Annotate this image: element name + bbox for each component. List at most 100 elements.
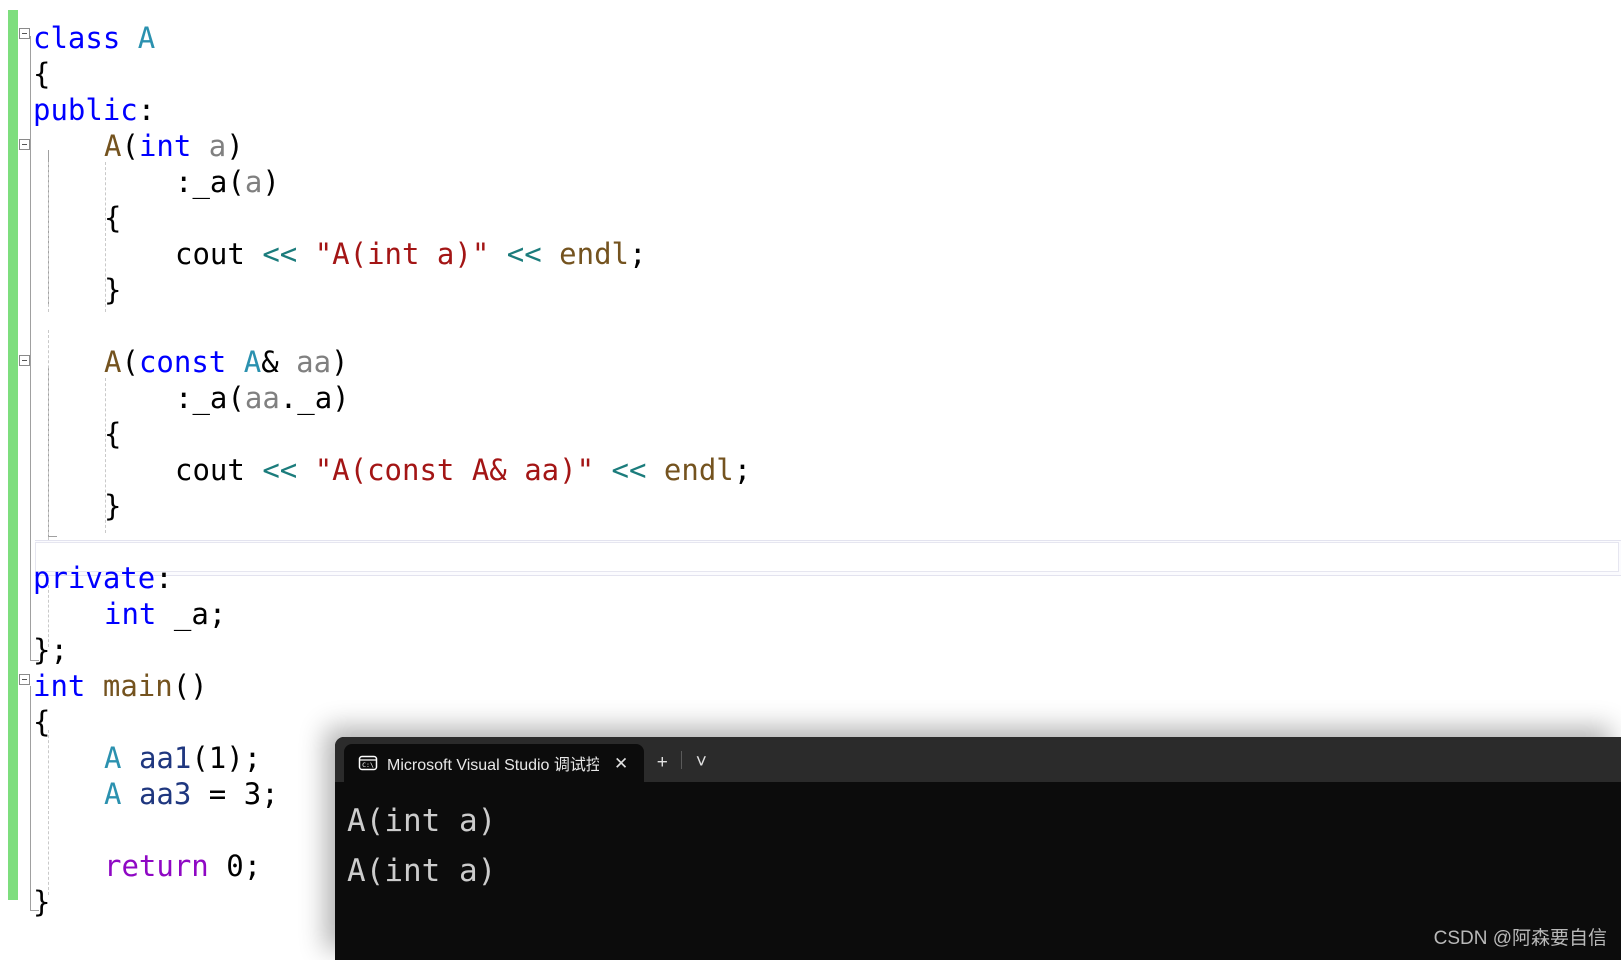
- code-token: endl: [559, 237, 630, 271]
- close-icon[interactable]: ✕: [608, 755, 634, 772]
- code-line: A aa3 = 3;: [104, 776, 279, 812]
- chevron-down-icon[interactable]: ˅: [683, 744, 719, 782]
- code-token: int: [104, 597, 157, 631]
- csdn-watermark: CSDN @阿森要自信: [1433, 928, 1607, 949]
- indent-guide-6: [48, 730, 49, 895]
- code-token: {: [104, 417, 122, 451]
- code-token: A: [104, 741, 122, 775]
- fold-toggle-main[interactable]: [19, 674, 30, 685]
- code-line: {: [33, 56, 50, 92]
- code-line: int _a;: [104, 596, 226, 632]
- code-line: A(const A& aa): [104, 344, 349, 380]
- code-token: (: [227, 165, 245, 199]
- code-token: main: [102, 669, 173, 703]
- outlining-end-ctor2: [48, 536, 57, 537]
- code-token: ): [262, 165, 280, 199]
- outlining-line-main: [30, 686, 31, 910]
- code-token: {: [33, 57, 51, 91]
- terminal-window[interactable]: C:\ Microsoft Visual Studio 调试控 ✕ + ˅ A(…: [335, 737, 1621, 960]
- code-token: endl: [663, 453, 734, 487]
- code-token: _a: [297, 381, 333, 415]
- code-token: 1: [208, 741, 227, 775]
- code-token: a: [244, 165, 263, 199]
- code-token: public: [33, 93, 138, 127]
- terminal-title-bar[interactable]: C:\ Microsoft Visual Studio 调试控 ✕ + ˅: [335, 737, 1621, 782]
- terminal-tab[interactable]: C:\ Microsoft Visual Studio 调试控 ✕: [344, 744, 645, 782]
- code-line: {: [104, 416, 121, 452]
- code-token: cout: [175, 453, 245, 487]
- code-token: _a: [192, 381, 228, 415]
- code-token: <<: [262, 453, 298, 487]
- code-token: .: [279, 381, 298, 415]
- code-token: A: [104, 129, 122, 163]
- code-token: cout: [175, 237, 245, 271]
- code-line: {: [104, 200, 121, 236]
- code-token: (: [191, 741, 209, 775]
- tabbar-separator: [681, 750, 683, 769]
- code-token: ;: [243, 849, 262, 883]
- terminal-output[interactable]: A(int a) A(int a): [335, 782, 1621, 896]
- code-token: (: [121, 129, 139, 163]
- code-line: int main(): [33, 668, 208, 704]
- code-token: (: [227, 381, 245, 415]
- code-token: private: [33, 561, 156, 595]
- code-token: ): [332, 381, 350, 415]
- code-token: {: [33, 705, 51, 739]
- code-token: :: [137, 93, 156, 127]
- code-token: (): [172, 669, 208, 703]
- code-token: int: [138, 129, 192, 163]
- code-token: &: [261, 345, 279, 379]
- fold-toggle-class[interactable]: [19, 28, 30, 39]
- code-token: ): [331, 345, 349, 379]
- code-token: A: [104, 345, 122, 379]
- code-line: :_a(a): [175, 164, 280, 200]
- code-token: :: [175, 165, 193, 199]
- code-line: :_a(aa._a): [175, 380, 350, 416]
- terminal-output-line: A(int a): [347, 803, 497, 839]
- code-token: 0: [226, 849, 244, 883]
- code-token: ;: [261, 777, 279, 811]
- code-line: }: [33, 884, 50, 920]
- fold-toggle-ctor1[interactable]: [19, 139, 30, 150]
- terminal-tab-title: Microsoft Visual Studio 调试控: [387, 757, 599, 774]
- code-token: aa: [244, 381, 280, 415]
- code-token: "A(const A& aa)": [314, 453, 595, 487]
- code-token: );: [226, 741, 262, 775]
- code-token: A: [104, 777, 122, 811]
- code-token: }: [104, 273, 122, 307]
- code-token: ): [226, 129, 244, 163]
- code-token: :: [155, 561, 173, 595]
- terminal-output-line: A(int a): [347, 853, 497, 889]
- code-token: aa: [296, 345, 332, 379]
- fold-toggle-ctor2[interactable]: [19, 355, 30, 366]
- code-token: _a: [192, 165, 228, 199]
- outlining-line-class: [30, 36, 31, 660]
- current-line-box: [35, 542, 1619, 572]
- code-token: <<: [506, 237, 542, 271]
- code-line: }: [104, 272, 121, 308]
- code-token: <<: [611, 453, 647, 487]
- code-token: aa3: [138, 777, 192, 811]
- code-line: class A: [33, 20, 155, 56]
- code-token: ;: [208, 597, 227, 631]
- code-token: _a: [173, 597, 209, 631]
- code-token: A: [243, 345, 262, 379]
- code-token: };: [33, 633, 68, 667]
- new-tab-button[interactable]: +: [644, 744, 680, 782]
- code-line: cout << "A(const A& aa)" << endl;: [175, 452, 751, 488]
- code-token: <<: [262, 237, 298, 271]
- code-token: const: [138, 345, 227, 379]
